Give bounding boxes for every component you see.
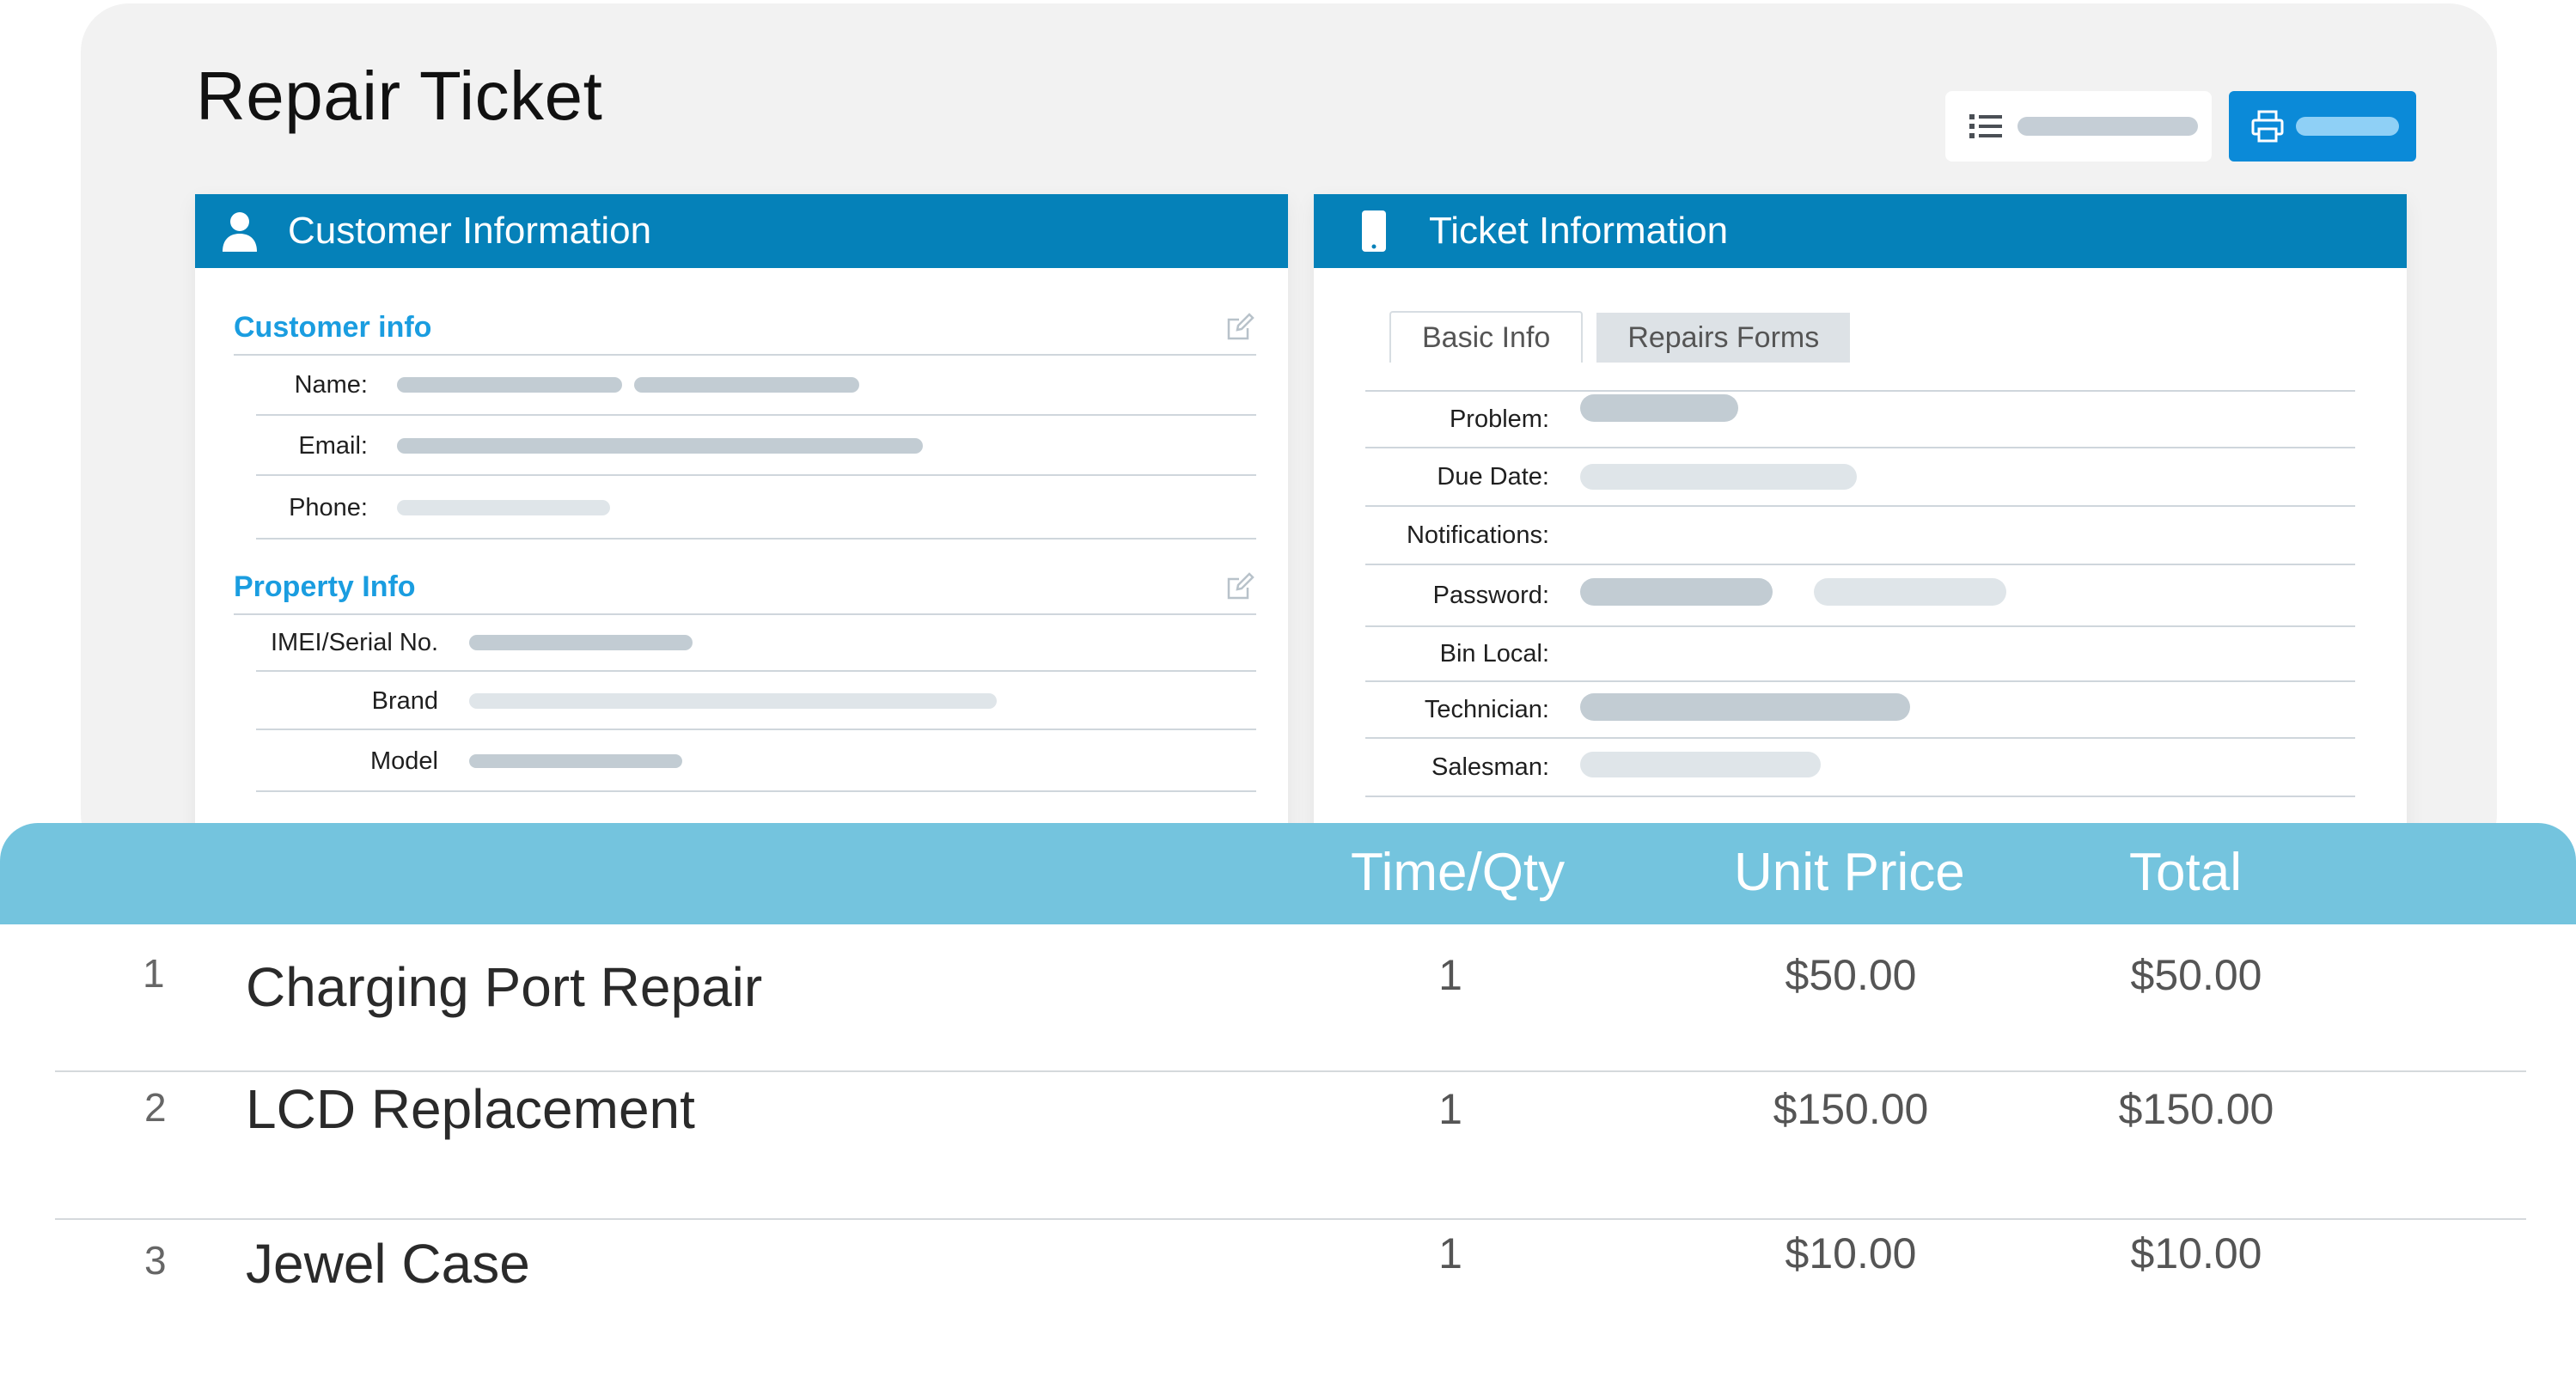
password-value-placeholder (1580, 578, 1773, 606)
edit-icon[interactable] (1225, 572, 1254, 606)
notifications-row: Notifications: (1365, 505, 2355, 564)
item-qty: 1 (1438, 1085, 1462, 1133)
column-header-time-qty: Time/Qty (1351, 843, 1566, 902)
problem-value-placeholder (1580, 394, 1738, 422)
model-value-placeholder (469, 754, 682, 768)
list-view-button[interactable] (1945, 91, 2212, 162)
item-unit-price: $10.00 (1785, 1229, 1917, 1277)
customer-name-row: Name: (256, 356, 1256, 416)
imei-row: IMEI/Serial No. (256, 615, 1256, 672)
user-icon (221, 210, 259, 252)
item-total: $50.00 (2130, 951, 2262, 999)
name-value-placeholder (634, 377, 859, 393)
table-header: Time/Qty Unit Price Total (0, 823, 2576, 924)
ticket-panel-title: Ticket Information (1429, 210, 1729, 252)
item-qty: 1 (1438, 1229, 1462, 1277)
email-label: Email: (298, 431, 368, 460)
column-header-unit-price: Unit Price (1734, 843, 1965, 902)
column-header-total: Total (2129, 843, 2242, 902)
customer-email-row: Email: (256, 418, 1256, 476)
technician-row: Technician: (1365, 680, 2355, 737)
tab-basic-info[interactable]: Basic Info (1389, 311, 1584, 363)
item-total: $10.00 (2130, 1229, 2262, 1277)
salesman-row: Salesman: (1365, 737, 2355, 797)
name-value-placeholder (397, 377, 622, 393)
printer-icon (2251, 110, 2284, 143)
item-description: Jewel Case (246, 1233, 530, 1295)
customer-info-section: Customer info Name: Email: Phone: (234, 301, 1256, 576)
problem-row: Problem: (1365, 390, 2355, 447)
salesman-value-placeholder (1580, 752, 1821, 777)
ticket-information-panel: Ticket Information Basic Info Repairs Fo… (1314, 194, 2407, 864)
row-number: 1 (143, 951, 165, 996)
phone-value-placeholder (397, 500, 610, 515)
ticket-panel-header: Ticket Information (1314, 194, 2407, 268)
table-row[interactable]: 3 Jewel Case 1 $10.00 $10.00 (0, 1220, 2576, 1375)
customer-information-panel: Customer Information Customer info Name:… (195, 194, 1288, 864)
notifications-label: Notifications: (1406, 521, 1549, 549)
bin-local-row: Bin Local: (1365, 625, 2355, 680)
ticket-tabs: Basic Info Repairs Forms (1389, 311, 1851, 363)
customer-phone-row: Phone: (256, 478, 1256, 540)
table-row[interactable]: 1 Charging Port Repair 1 $50.00 $50.00 (0, 924, 2576, 1036)
password-value-placeholder (1814, 578, 2006, 606)
imei-value-placeholder (469, 635, 693, 650)
brand-row: Brand (256, 674, 1256, 730)
tab-repairs-forms[interactable]: Repairs Forms (1596, 313, 1851, 363)
row-number: 3 (144, 1238, 167, 1283)
row-number: 2 (144, 1085, 167, 1130)
password-row: Password: (1365, 564, 2355, 625)
item-total: $150.00 (2118, 1085, 2274, 1133)
property-info-title: Property Info (234, 570, 416, 603)
due-date-label: Due Date: (1437, 462, 1549, 491)
line-items-table: Time/Qty Unit Price Total 1 Charging Por… (0, 823, 2576, 1384)
imei-label: IMEI/Serial No. (271, 628, 438, 656)
list-icon (1969, 114, 2002, 138)
item-description: Charging Port Repair (246, 956, 763, 1018)
phone-icon (1362, 210, 1386, 252)
brand-value-placeholder (469, 693, 997, 709)
due-date-value-placeholder (1580, 464, 1857, 490)
item-description: LCD Replacement (246, 1078, 695, 1140)
password-label: Password: (1432, 581, 1549, 609)
technician-label: Technician: (1424, 695, 1549, 723)
phone-label: Phone: (289, 493, 368, 521)
salesman-label: Salesman: (1431, 753, 1549, 781)
problem-label: Problem: (1449, 405, 1549, 433)
model-row: Model (256, 732, 1256, 792)
print-button[interactable] (2229, 91, 2416, 162)
print-button-label-placeholder (2296, 117, 2399, 136)
customer-panel-title: Customer Information (288, 210, 652, 252)
property-info-section: Property Info IMEI/Serial No. Brand Mode… (234, 560, 1256, 835)
due-date-row: Due Date: (1365, 447, 2355, 505)
item-unit-price: $50.00 (1785, 951, 1917, 999)
item-unit-price: $150.00 (1773, 1085, 1929, 1133)
list-button-label-placeholder (2017, 117, 2198, 136)
item-qty: 1 (1438, 951, 1462, 999)
model-label: Model (370, 747, 438, 775)
customer-panel-header: Customer Information (195, 194, 1288, 268)
page-title: Repair Ticket (196, 58, 603, 134)
edit-icon[interactable] (1225, 313, 1254, 346)
table-row[interactable]: 2 LCD Replacement 1 $150.00 $150.00 (0, 1072, 2576, 1218)
brand-label: Brand (371, 686, 438, 715)
technician-value-placeholder (1580, 693, 1910, 721)
customer-info-title: Customer info (234, 311, 432, 344)
email-value-placeholder (397, 438, 923, 454)
name-label: Name: (294, 370, 368, 399)
bin-local-label: Bin Local: (1439, 639, 1549, 668)
